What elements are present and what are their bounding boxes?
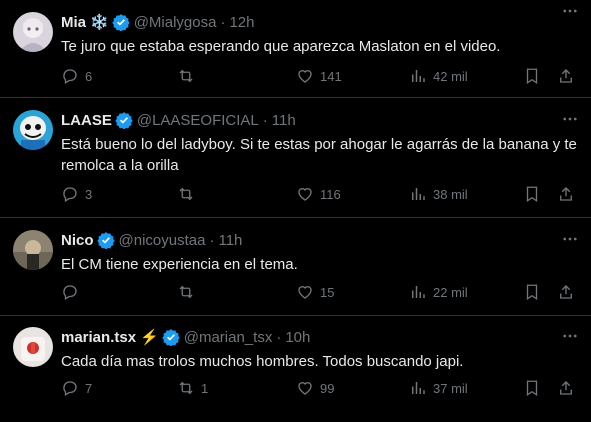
heart-icon	[298, 188, 312, 201]
reply-count: 6	[85, 68, 93, 84]
separator-dot: ·	[262, 111, 268, 129]
view-count: 37 mil	[433, 380, 468, 396]
reply-icon	[63, 187, 77, 202]
retweet-count: 1	[201, 380, 209, 396]
verified-badge-icon	[96, 232, 115, 249]
bookmark-icon	[526, 284, 538, 301]
like-button[interactable]: 141	[296, 66, 342, 86]
more-options-icon[interactable]	[561, 2, 579, 20]
reply-button[interactable]: 7	[61, 378, 92, 398]
share-icon	[560, 69, 572, 83]
share-button[interactable]	[557, 282, 575, 302]
reply-icon	[63, 381, 77, 396]
separator-dot: ·	[276, 328, 282, 346]
retweet-button[interactable]: 1	[177, 378, 208, 398]
view-count: 42 mil	[433, 68, 468, 84]
timestamp[interactable]: 11h	[272, 112, 296, 129]
like-count: 15	[320, 284, 335, 300]
display-name[interactable]: Nico	[61, 232, 94, 249]
more-options-icon[interactable]	[561, 110, 579, 128]
views-button[interactable]: 38 mil	[409, 184, 468, 204]
more-options-icon[interactable]	[561, 327, 579, 345]
retweet-icon	[179, 69, 193, 83]
display-name[interactable]: marian.tsx	[61, 329, 136, 346]
bookmark-button[interactable]	[523, 378, 541, 398]
share-icon	[560, 285, 572, 299]
tweet-text: Te juro que estaba esperando que aparezc…	[61, 38, 501, 55]
name-emoji: ⚡	[140, 329, 159, 346]
views-chart-icon	[412, 70, 425, 82]
avatar[interactable]	[13, 12, 53, 52]
bookmark-button[interactable]	[523, 184, 541, 204]
heart-icon	[298, 286, 312, 299]
reply-count: 7	[85, 380, 93, 396]
tweet[interactable]: marian.tsx ⚡ @marian_tsx · 10h Cada día …	[0, 316, 591, 422]
view-count: 22 mil	[433, 284, 468, 300]
views-chart-icon	[412, 382, 425, 394]
share-button[interactable]	[557, 378, 575, 398]
tweet[interactable]: Mia ❄️ @Mialygosa · 12h Te juro que esta…	[0, 0, 591, 98]
tweet[interactable]: Nico @nicoyustaa · 11h El CM tiene exper…	[0, 218, 591, 316]
display-name[interactable]: LAASE	[61, 112, 112, 129]
reply-button[interactable]	[61, 282, 85, 302]
user-handle[interactable]: @LAASEOFICIAL	[137, 112, 259, 129]
like-button[interactable]: 116	[296, 184, 341, 204]
view-count: 38 mil	[433, 186, 468, 202]
display-name[interactable]: Mia	[61, 14, 86, 31]
views-chart-icon	[412, 188, 425, 200]
views-button[interactable]: 37 mil	[409, 378, 468, 398]
verified-badge-icon	[115, 112, 133, 129]
timestamp[interactable]: 12h	[229, 14, 254, 31]
bookmark-icon	[526, 68, 538, 85]
share-icon	[560, 187, 572, 201]
reply-button[interactable]: 6	[61, 66, 92, 86]
retweet-icon	[179, 285, 193, 299]
like-count: 141	[320, 68, 342, 84]
bookmark-icon	[526, 186, 538, 203]
tweet[interactable]: LAASE @LAASEOFICIAL · 11h Está bueno lo …	[0, 98, 591, 218]
tweet-text: Está bueno lo del ladyboy. Si te estas p…	[61, 136, 577, 174]
avatar[interactable]	[13, 230, 53, 270]
bookmark-button[interactable]	[523, 66, 541, 86]
like-button[interactable]: 15	[296, 282, 334, 302]
retweet-button[interactable]	[177, 66, 201, 86]
bookmark-icon	[526, 380, 538, 397]
views-button[interactable]: 22 mil	[409, 282, 468, 302]
separator-dot: ·	[220, 13, 226, 31]
heart-icon	[298, 70, 312, 83]
views-button[interactable]: 42 mil	[409, 66, 468, 86]
user-handle[interactable]: @nicoyustaa	[119, 232, 206, 249]
reply-icon	[63, 285, 77, 300]
user-handle[interactable]: @Mialygosa	[134, 14, 217, 31]
retweet-button[interactable]	[177, 282, 201, 302]
heart-icon	[298, 382, 312, 395]
views-chart-icon	[412, 286, 425, 298]
verified-badge-icon	[112, 14, 130, 31]
reply-count: 3	[85, 186, 93, 202]
tweet-text: El CM tiene experiencia en el tema.	[61, 256, 298, 273]
user-handle[interactable]: @marian_tsx	[184, 329, 273, 346]
reply-icon	[63, 69, 77, 84]
timestamp[interactable]: 11h	[218, 232, 242, 249]
avatar[interactable]	[13, 110, 53, 150]
retweet-icon	[179, 381, 193, 395]
name-emoji: ❄️	[90, 14, 109, 31]
verified-badge-icon	[162, 329, 180, 346]
share-button[interactable]	[557, 66, 575, 86]
more-options-icon[interactable]	[561, 230, 579, 248]
like-button[interactable]: 99	[296, 378, 334, 398]
share-button[interactable]	[557, 184, 575, 204]
retweet-button[interactable]	[177, 184, 201, 204]
tweet-text: Cada día mas trolos muchos hombres. Todo…	[61, 353, 464, 370]
reply-button[interactable]: 3	[61, 184, 92, 204]
separator-dot: ·	[209, 231, 215, 249]
timestamp[interactable]: 10h	[285, 329, 310, 346]
share-icon	[560, 381, 572, 395]
retweet-icon	[179, 187, 193, 201]
like-count: 116	[320, 186, 341, 202]
like-count: 99	[320, 380, 335, 396]
avatar[interactable]	[13, 327, 53, 367]
bookmark-button[interactable]	[523, 282, 541, 302]
